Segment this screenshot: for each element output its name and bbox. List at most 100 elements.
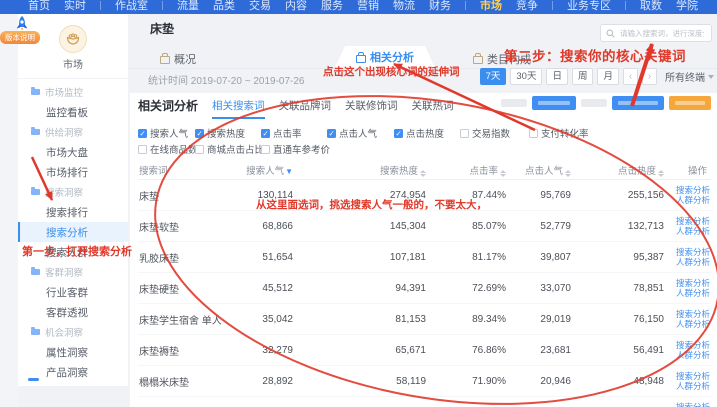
sidebar-item-market-overview[interactable]: 市场大盘 [18, 142, 128, 162]
metric-checkbox-search-popularity[interactable]: 搜索人气 [138, 126, 195, 140]
nav-item-content[interactable]: 内容 [285, 0, 307, 13]
sidebar-item-monitor-board[interactable]: 监控看板 [18, 102, 128, 122]
click-popularity-cell: 20,946 [507, 366, 572, 397]
range-button-7d[interactable]: 7天 [480, 68, 507, 85]
search-analysis-link[interactable]: 搜索分析 [676, 278, 710, 289]
subtab-brand-words[interactable]: 关联品牌词 [279, 98, 332, 119]
sidebar-group-search-insight[interactable]: 搜索洞察 [18, 182, 128, 202]
subtab-modifier-words[interactable]: 关联修饰词 [345, 98, 398, 119]
toolbar-primary-button-2[interactable] [612, 96, 664, 110]
search-analysis-link[interactable]: 搜索分析 [676, 371, 710, 382]
search-analysis-link[interactable]: 搜索分析 [676, 185, 710, 196]
nav-item-business-zone[interactable]: 业务专区 [567, 0, 611, 13]
toolbar-warning-button[interactable] [669, 96, 711, 110]
column-header-ctr[interactable]: 点击率 [427, 160, 507, 180]
search-popularity-cell: 32,279 [236, 335, 294, 366]
sidebar-menu: 市场监控 监控看板 供给洞察 市场大盘 市场排行 搜索洞察 搜索排行 搜索分析 … [18, 79, 128, 382]
prev-period-button[interactable]: ‹ [623, 68, 638, 85]
nav-item-traffic[interactable]: 流量 [177, 0, 199, 13]
related-words-table: 搜索词 搜索人气▼ 搜索热度 点击率 点击人气 点击热度 操作 床垫 130,1… [138, 160, 711, 407]
next-period-button[interactable]: › [642, 68, 657, 85]
metric-label: 搜索热度 [207, 126, 245, 140]
tab-category-composition[interactable]: 类目构成 [473, 49, 531, 68]
sidebar-item-search-ranking[interactable]: 搜索排行 [18, 202, 128, 222]
sidebar-group-opportunity-insight[interactable]: 机会洞察 [18, 322, 128, 342]
search-analysis-link[interactable]: 搜索分析 [676, 216, 710, 227]
subtab-hot-words[interactable]: 关联热词 [412, 98, 454, 119]
column-header-click-heat[interactable]: 点击热度 [572, 160, 665, 180]
module-header: 市场 [18, 14, 128, 79]
tab-related-analysis[interactable]: 相关分析 [335, 46, 435, 68]
checkbox-unchecked-icon [195, 145, 204, 154]
nav-item-service[interactable]: 服务 [321, 0, 343, 13]
column-header-click-popularity[interactable]: 点击人气 [507, 160, 572, 180]
sidebar-item-search-analysis[interactable]: 搜索分析 [18, 222, 128, 242]
search-analysis-link[interactable]: 搜索分析 [676, 309, 710, 320]
sidebar-group-market-monitor[interactable]: 市场监控 [18, 82, 128, 102]
nav-item-home[interactable]: 首页 [28, 0, 50, 13]
search-icon [606, 29, 615, 38]
nav-divider [100, 1, 101, 10]
search-analysis-link[interactable]: 搜索分析 [676, 402, 710, 407]
metric-checkbox-click-popularity[interactable]: 点击人气 [327, 126, 394, 140]
click-heat-cell: 49,550 [572, 397, 665, 407]
checkbox-unchecked-icon [261, 145, 270, 154]
nav-item-trade[interactable]: 交易 [249, 0, 271, 13]
toolbar-primary-button-1[interactable] [532, 96, 576, 110]
nav-item-category[interactable]: 品类 [213, 0, 235, 13]
date-range-controls: 7天 30天 日 周 月 ‹ › 所有终端 [480, 68, 714, 85]
sidebar-group-label: 机会洞察 [45, 325, 83, 339]
click-heat-cell: 255,156 [572, 180, 665, 211]
audience-analysis-link[interactable]: 人群分析 [676, 350, 710, 361]
nav-item-warroom[interactable]: 作战室 [115, 0, 148, 13]
terminal-filter-dropdown[interactable]: 所有终端 [665, 69, 714, 84]
search-input[interactable] [618, 28, 706, 39]
sidebar-item-attribute-insight[interactable]: 属性洞察 [18, 342, 128, 362]
checkbox-unchecked-icon [460, 129, 469, 138]
range-button-week[interactable]: 周 [572, 68, 594, 85]
audience-analysis-link[interactable]: 人群分析 [676, 381, 710, 392]
sidebar-scroll-indicator[interactable] [28, 378, 39, 381]
sidebar-item-market-ranking[interactable]: 市场排行 [18, 162, 128, 182]
nav-item-finance[interactable]: 财务 [429, 0, 451, 13]
sidebar-group-customer-insight[interactable]: 客群洞察 [18, 262, 128, 282]
nav-divider [465, 1, 466, 10]
metric-checkbox-row-2: 在线商品数 商城点击占比 直通车参考价 [138, 142, 713, 156]
metric-checkbox-online-products[interactable]: 在线商品数 [138, 142, 195, 156]
metric-checkbox-trade-index[interactable]: 交易指数 [460, 126, 529, 140]
metric-label: 在线商品数 [150, 142, 198, 156]
nav-item-academy[interactable]: 学院 [676, 0, 698, 13]
version-notes-badge[interactable]: 版本说明 [0, 31, 40, 44]
nav-item-data-fetch[interactable]: 取数 [640, 0, 662, 13]
audience-analysis-link[interactable]: 人群分析 [676, 226, 710, 237]
nav-item-competition[interactable]: 竞争 [516, 0, 538, 13]
range-button-month[interactable]: 月 [597, 68, 619, 85]
search-analysis-link[interactable]: 搜索分析 [676, 247, 710, 258]
metric-checkbox-ztc-reference-price[interactable]: 直通车参考价 [261, 142, 327, 156]
column-header-search-popularity[interactable]: 搜索人气▼ [236, 160, 294, 180]
nav-item-realtime[interactable]: 实时 [64, 0, 86, 13]
metric-checkbox-mall-click-share[interactable]: 商城点击占比 [195, 142, 261, 156]
subtab-related-search-words[interactable]: 相关搜索词 [212, 98, 265, 119]
metric-checkbox-click-heat[interactable]: 点击热度 [394, 126, 460, 140]
audience-analysis-link[interactable]: 人群分析 [676, 319, 710, 330]
ctr-cell: 85.07% [427, 211, 507, 242]
metric-checkbox-payment-conversion[interactable]: 支付转化率 [529, 126, 713, 140]
sidebar-item-search-audience[interactable]: 搜索人群 [18, 242, 128, 262]
tab-overview[interactable]: 概况 [160, 49, 196, 68]
audience-analysis-link[interactable]: 人群分析 [676, 195, 710, 206]
metric-checkbox-ctr[interactable]: 点击率 [261, 126, 327, 140]
nav-item-marketing[interactable]: 营销 [357, 0, 379, 13]
audience-analysis-link[interactable]: 人群分析 [676, 257, 710, 268]
range-button-day[interactable]: 日 [546, 68, 568, 85]
range-button-30d[interactable]: 30天 [510, 68, 542, 85]
nav-item-market[interactable]: 市场 [480, 0, 502, 13]
metric-checkbox-search-heat[interactable]: 搜索热度 [195, 126, 261, 140]
audience-analysis-link[interactable]: 人群分析 [676, 288, 710, 299]
sidebar-item-customer-profile[interactable]: 客群透视 [18, 302, 128, 322]
sidebar-group-supply-insight[interactable]: 供给洞察 [18, 122, 128, 142]
nav-item-logistics[interactable]: 物流 [393, 0, 415, 13]
sidebar-item-industry-customers[interactable]: 行业客群 [18, 282, 128, 302]
column-header-search-heat[interactable]: 搜索热度 [294, 160, 427, 180]
search-analysis-link[interactable]: 搜索分析 [676, 340, 710, 351]
